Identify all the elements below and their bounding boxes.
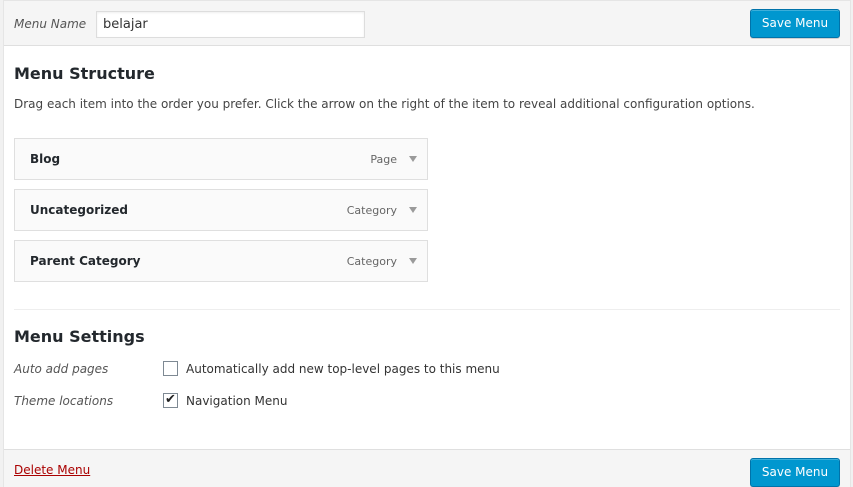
menu-name-label: Menu Name <box>14 17 87 31</box>
auto-add-pages-label: Auto add pages <box>14 362 109 376</box>
menu-item-type: Category <box>346 204 397 217</box>
section-divider <box>14 309 840 310</box>
navigation-menu-text[interactable]: Navigation Menu <box>186 394 287 408</box>
chevron-down-icon[interactable] <box>409 258 417 264</box>
auto-add-pages-text[interactable]: Automatically add new top-level pages to… <box>186 362 500 376</box>
menu-structure-title: Menu Structure <box>14 64 155 83</box>
menu-item-blog[interactable]: Blog Page <box>14 138 428 180</box>
menu-item-title: Uncategorized <box>30 203 128 217</box>
auto-add-pages-checkbox[interactable] <box>163 361 178 376</box>
navigation-menu-checkbox[interactable]: ✔ <box>163 393 178 408</box>
menu-item-parent-category[interactable]: Parent Category Category <box>14 240 428 282</box>
chevron-down-icon[interactable] <box>409 207 417 213</box>
theme-locations-label: Theme locations <box>14 394 114 408</box>
menu-item-uncategorized[interactable]: Uncategorized Category <box>14 189 428 231</box>
menu-item-title: Parent Category <box>30 254 141 268</box>
menu-structure-description: Drag each item into the order you prefer… <box>14 97 755 111</box>
delete-menu-link[interactable]: Delete Menu <box>14 463 90 477</box>
menu-item-type: Category <box>346 255 397 268</box>
menu-footer: Delete Menu <box>4 449 850 487</box>
menu-header: Menu Name Save Menu <box>4 1 850 46</box>
menu-name-input[interactable] <box>96 11 365 38</box>
save-menu-button-bottom[interactable]: Save Menu <box>750 458 840 487</box>
menu-settings-title: Menu Settings <box>14 327 145 346</box>
save-menu-button-top[interactable]: Save Menu <box>750 9 840 38</box>
menu-item-type: Page <box>370 153 397 166</box>
chevron-down-icon[interactable] <box>409 156 417 162</box>
menu-edit-panel: Menu Name Save Menu Menu Structure Drag … <box>3 0 851 487</box>
menu-item-title: Blog <box>30 152 61 166</box>
